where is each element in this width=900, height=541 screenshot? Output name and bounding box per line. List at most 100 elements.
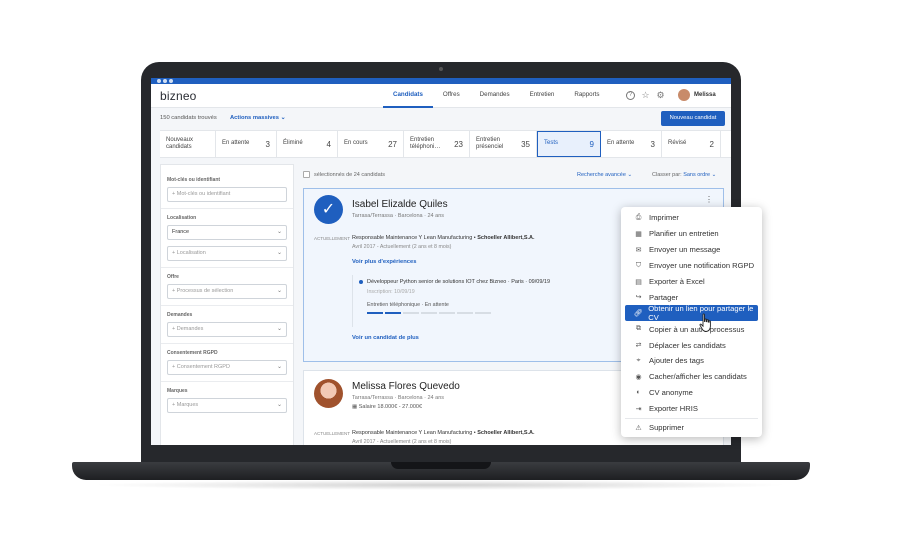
divider	[161, 381, 293, 382]
view-more-candidate-link[interactable]: Voir un candidat de plus	[352, 335, 419, 341]
gdpr-label: Consentement RGPD	[167, 350, 218, 356]
nav-entretien[interactable]: Entretien	[520, 84, 565, 108]
menu-send-message[interactable]: ✉ Envoyer un message	[625, 242, 758, 258]
menu-label: Exporter à Excel	[649, 277, 705, 286]
current-job: Responsable Maintenance Y Lean Manufactu…	[352, 430, 535, 436]
sort-label: Classer par:	[652, 172, 682, 178]
menu-delete[interactable]: ⚠ Supprimer	[625, 420, 758, 436]
location-add-select[interactable]: + Localisation ⌄	[167, 246, 287, 261]
stage-nouveaux[interactable]: Nouveaux candidats	[160, 131, 216, 157]
chevron-down-icon: ⌄	[276, 250, 282, 256]
stage-entretien-presenciel[interactable]: Entretien présenciel 35	[470, 131, 537, 157]
user-avatar[interactable]	[678, 89, 690, 101]
gear-icon[interactable]: ⚙	[656, 91, 665, 100]
nav-candidats[interactable]: Candidats	[383, 84, 433, 108]
help-icon[interactable]: ?	[626, 91, 635, 100]
menu-label: Déplacer les candidats	[649, 340, 726, 350]
location-select[interactable]: France ⌄	[167, 225, 287, 240]
process-stage: Entretien téléphonique · En attente	[367, 302, 449, 308]
current-job: Responsable Maintenance Y Lean Manufactu…	[352, 235, 535, 241]
header-icons: ? ☆ ⚙	[626, 91, 665, 100]
menu-share[interactable]: ↪ Partager	[625, 289, 758, 305]
keywords-input[interactable]: + Mot-clés ou identifiant	[167, 187, 287, 202]
stage-elimine[interactable]: Éliminé 4	[277, 131, 338, 157]
stage-count: 9	[589, 139, 594, 149]
stage-entretien-telephonique[interactable]: Entretien téléphoni… 23	[404, 131, 470, 157]
stage-tests[interactable]: Tests 9	[537, 131, 601, 157]
menu-gdpr-notification[interactable]: ⛉ Envoyer une notification RGPD	[625, 258, 758, 274]
printer-icon: ⎙	[635, 213, 642, 221]
envelope-icon: ✉	[635, 246, 642, 254]
divider	[161, 343, 293, 344]
laptop-shadow	[90, 480, 790, 490]
company-name: Schoeller Allibert,S.A.	[477, 235, 535, 241]
new-candidate-button[interactable]: Nouveau candidat	[661, 111, 725, 126]
status-dot-icon	[359, 280, 363, 284]
more-options-icon[interactable]: ⋮	[705, 195, 713, 204]
requests-select[interactable]: + Demandes ⌄	[167, 322, 287, 337]
menu-print[interactable]: ⎙ Imprimer	[625, 210, 758, 226]
process-date: Inscription: 10/09/19	[367, 289, 415, 295]
advanced-search-link[interactable]: Recherche avancée ⌄	[577, 172, 632, 178]
job-period: Avril 2017 - Actuellement (2 ans et 8 mo…	[352, 439, 452, 445]
offer-select[interactable]: + Processus de sélection ⌄	[167, 284, 287, 299]
menu-export-excel[interactable]: ▤ Exporter à Excel	[625, 274, 758, 290]
requests-label: Demandes	[167, 312, 193, 318]
more-experiences-link[interactable]: Voir plus d'expériences	[352, 259, 416, 265]
menu-label: Supprimer	[649, 423, 685, 433]
bizneo-logo[interactable]: bizneo	[160, 89, 197, 103]
menu-toggle-candidates[interactable]: ◉ Cacher/afficher les candidats	[625, 369, 758, 385]
sort-control[interactable]: Classer par: Sans ordre ⌄	[652, 172, 716, 178]
process-entry: Développeur Python senior de solutions I…	[352, 275, 622, 327]
menu-anonymous-cv[interactable]: ◐ CV anonyme	[625, 385, 758, 401]
job-title: Responsable Maintenance Y Lean Manufactu…	[352, 430, 478, 436]
stage-count: 23	[454, 139, 463, 149]
offer-placeholder: + Processus de sélection	[172, 288, 234, 294]
menu-export-hris[interactable]: ⇥ Exporter HRIS	[625, 401, 758, 417]
progress-segment	[439, 312, 455, 314]
menu-divider	[625, 417, 758, 419]
move-icon: ⇄	[635, 342, 642, 350]
stage-en-cours[interactable]: En cours 27	[338, 131, 404, 157]
select-all-checkbox[interactable]	[303, 171, 310, 178]
nav-offres[interactable]: Offres	[433, 84, 470, 108]
stage-label: Révisé	[668, 140, 687, 147]
calendar-icon: ▦	[635, 230, 642, 238]
nav-rapports[interactable]: Rapports	[564, 84, 609, 108]
stage-label: En cours	[344, 140, 368, 147]
candidate-avatar[interactable]	[314, 379, 343, 408]
nav-demandes[interactable]: Demandes	[470, 84, 520, 108]
menu-add-tags[interactable]: ⌖ Ajouter des tags	[625, 353, 758, 369]
toolbar: 150 candidats trouvés Actions massives ⌄…	[151, 108, 731, 130]
brands-select[interactable]: + Marques ⌄	[167, 398, 287, 413]
candidate-name[interactable]: Isabel Elizalde Quiles	[352, 199, 448, 210]
stage-en-attente[interactable]: En attente 3	[216, 131, 277, 157]
menu-copy-process[interactable]: ⧉ Copier à un autre processus	[625, 321, 758, 337]
results-header: sélectionnés de 24 candidats Recherche a…	[303, 170, 731, 182]
process-title[interactable]: Développeur Python senior de solutions I…	[367, 279, 550, 285]
tag-icon: ⌖	[636, 356, 641, 364]
sort-value[interactable]: Sans ordre ⌄	[683, 172, 716, 178]
hand-cursor-icon	[699, 313, 711, 332]
candidate-location: Tarrasa/Terrassa · Barcelona · 24 ans	[352, 395, 445, 401]
menu-schedule-interview[interactable]: ▦ Planifier un entretien	[625, 226, 758, 242]
menu-move-candidates[interactable]: ⇄ Déplacer les candidats	[625, 337, 758, 353]
user-name[interactable]: Melissa	[694, 92, 716, 98]
menu-share-cv-link[interactable]: 🔗︎ Obtenir un lien pour partager le CV	[625, 304, 758, 322]
job-title: Responsable Maintenance Y Lean Manufactu…	[352, 235, 478, 241]
stage-pipeline: Nouveaux candidats En attente 3 Éliminé 4 …	[160, 130, 731, 158]
brands-label: Marques	[167, 388, 188, 394]
gdpr-select[interactable]: + Consentement RGPD ⌄	[167, 360, 287, 375]
stage-en-attente-2[interactable]: En attente 3	[601, 131, 662, 157]
window-dot-icon	[163, 79, 167, 83]
candidate-count: 150 candidats trouvés	[160, 115, 217, 121]
checkmark-icon[interactable]: ✓	[314, 195, 343, 224]
star-icon[interactable]: ☆	[641, 91, 650, 100]
stage-label: Entretien téléphoni…	[410, 136, 441, 151]
mass-actions-dropdown[interactable]: Actions massives ⌄	[230, 115, 285, 121]
stage-revise[interactable]: Révisé 2	[662, 131, 721, 157]
shield-icon: ⛉	[635, 261, 642, 269]
money-icon: ▦	[352, 404, 359, 410]
menu-label: Cacher/afficher les candidats	[649, 372, 747, 382]
candidate-name[interactable]: Melissa Flores Quevedo	[352, 381, 460, 392]
